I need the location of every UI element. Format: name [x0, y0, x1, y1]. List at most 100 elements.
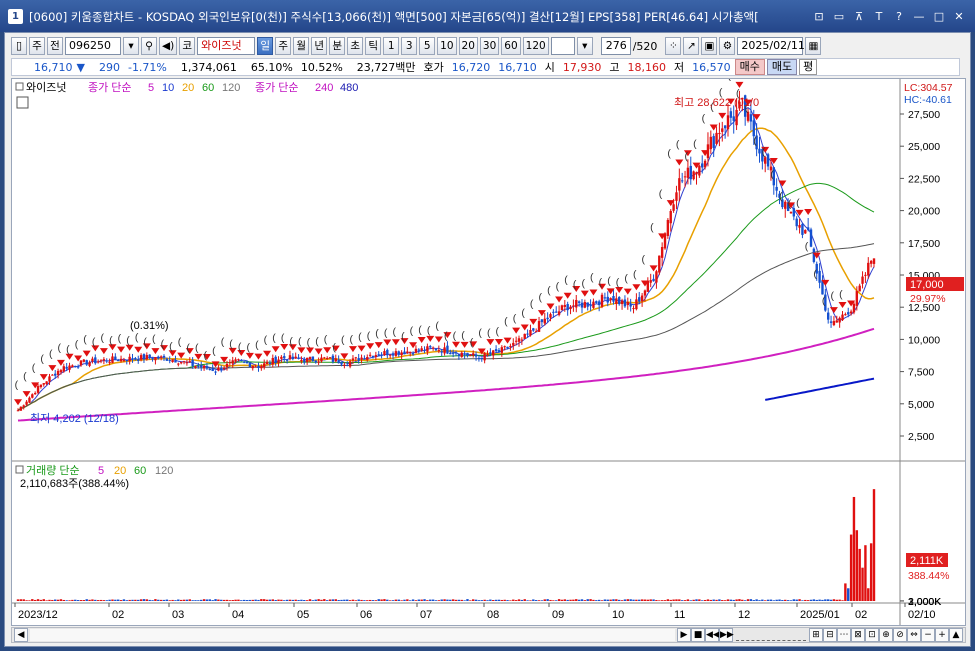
close-button[interactable]: ✕ [951, 9, 967, 24]
candle-body [348, 361, 352, 367]
signal-arrow [426, 335, 435, 342]
pct-annotation: ( [100, 332, 104, 344]
pct-annotation: ( [796, 197, 800, 209]
chart-tool-icon-6[interactable]: ⊕ [879, 628, 893, 642]
custom-dropdown-icon[interactable]: ▾ [576, 37, 593, 55]
minute-10[interactable]: 10 [437, 37, 457, 55]
volume-bar [640, 599, 644, 601]
tab-tick[interactable]: 틱 [365, 37, 382, 55]
volume-bar [804, 599, 807, 601]
tab-yearly[interactable]: 년 [311, 37, 328, 55]
chart-canvas[interactable]: ((((((((((((((((((((((((((((((((((((((((… [12, 79, 965, 625]
tab-minute[interactable]: 분 [329, 37, 346, 55]
chart-tool-icon-3[interactable]: ⋯ [837, 628, 851, 642]
grid-icon[interactable]: ⁘ [665, 37, 682, 55]
pin-icon[interactable]: ⊼ [851, 9, 867, 24]
candle-body [357, 358, 360, 361]
chart-tool-icon-4[interactable]: ⊠ [851, 628, 865, 642]
candle-body [449, 352, 452, 355]
candle-body [626, 301, 629, 306]
restore-panel-icon[interactable]: ⊡ [811, 9, 827, 24]
time-tick-label: 05 [297, 609, 309, 621]
minute-1[interactable]: 1 [383, 37, 400, 55]
forward-icon[interactable]: ▶▶ [719, 628, 734, 642]
volume-bar [474, 599, 478, 601]
font-icon[interactable]: T [871, 9, 887, 24]
volume-bar [159, 599, 163, 601]
tab-weekly[interactable]: 주 [275, 37, 292, 55]
expand-icon[interactable]: ▲ [949, 628, 963, 642]
candle-body [640, 295, 644, 302]
rewind-icon[interactable]: ◀◀ [705, 628, 720, 642]
minute-20[interactable]: 20 [458, 37, 478, 55]
zoom-out-icon[interactable]: − [921, 628, 935, 642]
sell-button[interactable]: 매도 [766, 59, 798, 75]
signal-arrow [417, 336, 426, 343]
buy-button[interactable]: 매수 [734, 59, 765, 75]
candle-body [758, 148, 761, 154]
tab-monthly[interactable]: 월 [293, 37, 310, 55]
zoom-slider[interactable] [736, 629, 806, 641]
candle-body [872, 258, 876, 264]
save-icon[interactable]: ▣ [701, 37, 718, 55]
minute-5[interactable]: 5 [419, 37, 436, 55]
speaker-icon[interactable]: ◀) [159, 37, 178, 55]
average-button[interactable]: 평 [799, 59, 818, 75]
code-dropdown-icon[interactable]: ▾ [123, 37, 139, 55]
volume-bar [409, 600, 412, 601]
signal-arrow [589, 289, 598, 296]
stop-icon[interactable]: ■ [691, 628, 705, 642]
price-tick-label: 27,500 [908, 109, 940, 121]
chart-tool-icon-1[interactable]: ⊞ [809, 628, 823, 642]
maximize-button[interactable]: □ [931, 9, 947, 24]
minimize-button[interactable]: — [911, 9, 927, 24]
pct-annotation: ( [341, 334, 345, 346]
chart-tool-icon-2[interactable]: ⊟ [823, 628, 837, 642]
minute-120[interactable]: 120 [522, 37, 549, 55]
date-input[interactable]: 2025/02/11 [737, 37, 805, 55]
prev-button[interactable]: 전 [47, 37, 63, 55]
signal-arrow [632, 284, 641, 291]
pct-annotation: ( [444, 330, 448, 342]
candle-body [33, 393, 37, 395]
chart-tool-icon-8[interactable]: ⇔ [907, 628, 921, 642]
legend-ma20: 20 [182, 82, 194, 94]
layout-icon[interactable]: ▯ [11, 37, 27, 55]
volume-bar [154, 599, 157, 601]
scroll-track[interactable] [30, 629, 675, 641]
zoom-in-icon[interactable]: + [935, 628, 949, 642]
chart-tool-icon-5[interactable]: ⊡ [865, 628, 879, 642]
tab-second[interactable]: 초 [347, 37, 364, 55]
table-toggle-icon[interactable] [16, 96, 29, 109]
chart-area[interactable]: ((((((((((((((((((((((((((((((((((((((((… [11, 78, 966, 626]
gear-icon[interactable]: ⚙ [719, 37, 736, 55]
chart-tool-icon-7[interactable]: ⊘ [893, 628, 907, 642]
low-label: 저 [674, 61, 685, 74]
tab-daily[interactable]: 일 [257, 37, 274, 55]
candle-body [185, 362, 189, 364]
tile-icon[interactable]: ▭ [831, 9, 847, 24]
minute-30[interactable]: 30 [479, 37, 500, 55]
code-input[interactable]: 096250 [65, 37, 121, 55]
pct-annotation: ( [633, 268, 637, 280]
calendar-icon[interactable]: ▦ [805, 37, 822, 55]
custom-period-input[interactable] [550, 37, 575, 55]
chart-scrollbar[interactable]: ◀ ▶ ■ ◀◀ ▶▶ ⊞ ⊟ ⋯ ⊠ ⊡ ⊕ ⊘ ⇔ − + ▲ [11, 627, 966, 643]
volume-bar [523, 599, 526, 601]
scroll-right-icon[interactable]: ▶ [677, 628, 691, 642]
search-icon[interactable]: ⚲ [141, 37, 157, 55]
pct-annotation: ( [126, 335, 130, 347]
market-label[interactable]: 코 [179, 37, 196, 55]
window-title: [0600] 키움종합차트 - KOSDAQ 외국인보유[0(천)] 주식수[1… [29, 10, 759, 24]
count-input[interactable]: 276 [600, 37, 631, 55]
stock-name-field[interactable]: 와이즈넛 [197, 37, 256, 55]
help-icon[interactable]: ? [891, 9, 907, 24]
minute-60[interactable]: 60 [501, 37, 521, 55]
candle-body [526, 333, 529, 335]
volume-bar [337, 600, 340, 601]
minute-3[interactable]: 3 [401, 37, 418, 55]
scroll-left-icon[interactable]: ◀ [14, 628, 28, 642]
draw-icon[interactable]: ↗ [683, 37, 700, 55]
period-select[interactable]: 주 [29, 37, 45, 55]
volume-bar [546, 599, 549, 601]
